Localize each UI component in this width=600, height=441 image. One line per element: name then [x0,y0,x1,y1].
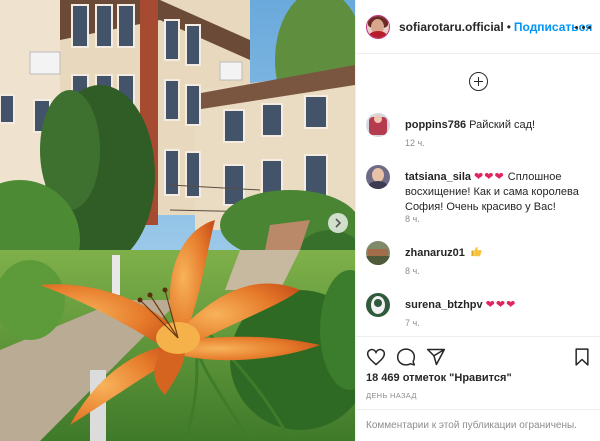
comments-restricted-notice: Комментарии к этой публикации ограничены… [356,409,600,441]
likes-count[interactable]: 18 469 отметок "Нравится" [366,372,512,384]
post-header: sofiarotaru.official • Подписаться [356,0,600,54]
load-more-comments-icon[interactable] [469,72,488,91]
comment-time[interactable]: 7 ч. [405,318,420,328]
post-actions-bar [356,336,600,376]
comment-time[interactable]: 12 ч. [405,138,425,148]
save-button[interactable] [572,347,592,367]
heart-outline-icon [366,348,386,366]
comment-username[interactable]: poppins786 [405,119,466,131]
commenter-avatar[interactable] [366,241,390,265]
post-side-panel: sofiarotaru.official • Подписаться poppi… [355,0,600,441]
post-photo-illustration [0,0,355,441]
post-timestamp[interactable]: ДЕНЬ НАЗАД [366,391,417,400]
bookmark-icon [575,348,589,366]
comment-username[interactable]: zhanaruz01 [405,247,465,259]
carousel-next-button[interactable] [328,213,348,233]
commenter-avatar[interactable] [366,113,390,137]
commenter-avatar[interactable] [366,165,390,189]
comment-username[interactable]: tatsiana_sila [405,171,471,183]
commenter-avatar[interactable] [366,293,390,317]
separator-dot: • [506,19,511,34]
post-photo[interactable] [0,0,355,441]
share-button[interactable] [426,347,446,367]
comment-body: surena_btzhpv ❤❤❤ [405,298,593,313]
more-options-icon[interactable] [575,20,591,34]
comment-body: tatsiana_sila ❤❤❤ Сплошное восхищение! Ка… [405,170,593,215]
comment-bubble-icon [396,348,416,366]
heart-emoji: ❤❤❤ [474,171,505,183]
heart-emoji: ❤❤❤ [485,299,517,311]
comment-button[interactable] [396,347,416,367]
chevron-right-icon [335,218,342,228]
comment-username[interactable]: surena_btzhpv [405,299,483,311]
comment-time[interactable]: 8 ч. [405,266,420,276]
paper-plane-icon [426,348,446,366]
author-username[interactable]: sofiarotaru.official [399,20,504,34]
comment-body: poppins786 Райский сад! [405,118,593,133]
author-avatar[interactable] [366,14,390,39]
comment-text: Райский сад! [469,119,536,131]
like-button[interactable] [366,347,386,367]
comment-body: zhanaruz01 [405,246,593,261]
comment-time[interactable]: 8 ч. [405,214,420,224]
thumbs-up-icon [471,246,482,257]
